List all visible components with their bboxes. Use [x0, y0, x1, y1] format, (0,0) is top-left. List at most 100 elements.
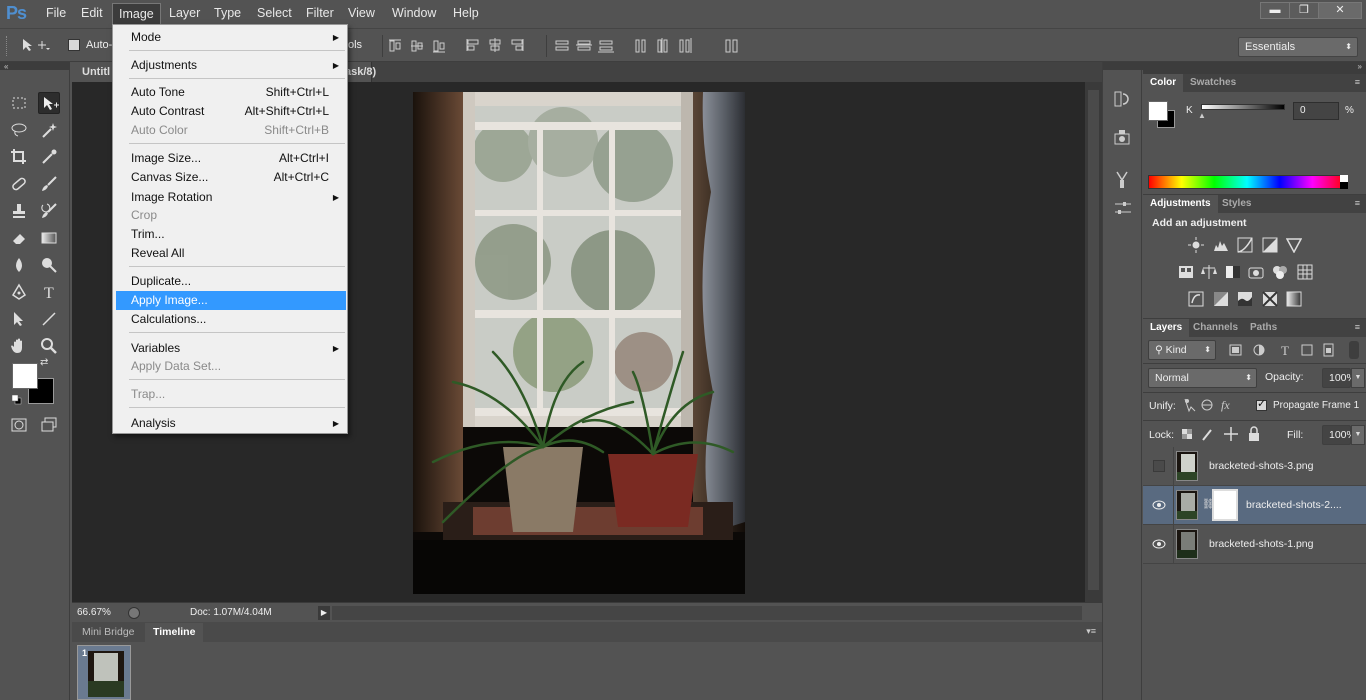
color-balance-icon[interactable] [1201, 264, 1217, 280]
menu-item-image-rotation[interactable]: Image Rotation ▶ [113, 188, 347, 207]
channel-mixer-icon[interactable] [1272, 264, 1288, 280]
menu-item-analysis[interactable]: Analysis ▶ [113, 414, 347, 433]
menu-item-auto-contrast[interactable]: Auto Contrast Alt+Shift+Ctrl+L [113, 102, 347, 121]
move-tool-preset-icon[interactable] [20, 37, 50, 53]
gradient-tool-icon[interactable] [38, 227, 60, 249]
levels-icon[interactable] [1213, 237, 1229, 253]
tab-mini-bridge[interactable]: Mini Bridge [74, 623, 143, 642]
menu-item-variables[interactable]: Variables ▶ [113, 339, 347, 358]
actions-panel-icon[interactable] [1113, 128, 1133, 146]
expand-icon[interactable]: » [1358, 62, 1362, 71]
panel-menu-icon[interactable]: ≡ [1355, 198, 1360, 208]
collapse-icon[interactable]: « [4, 62, 8, 71]
default-colors-icon[interactable] [12, 395, 22, 405]
photo-filter-icon[interactable] [1248, 264, 1264, 280]
tab-layers[interactable]: Layers [1143, 319, 1190, 337]
threshold-icon[interactable] [1237, 291, 1253, 307]
opacity-dropdown-icon[interactable]: ▼ [1351, 368, 1365, 388]
fill-dropdown-icon[interactable]: ▼ [1351, 425, 1365, 445]
menu-item-calculations[interactable]: Calculations... [113, 310, 347, 329]
color-foreground-swatch[interactable] [1148, 101, 1168, 121]
workspace-select[interactable]: Essentials ⬍ [1238, 37, 1358, 57]
layer-row[interactable]: bracketed-shots-1.png [1143, 525, 1366, 564]
hand-tool-icon[interactable] [8, 335, 30, 357]
restore-button[interactable]: ❐ [1289, 2, 1319, 19]
menu-item-auto-tone[interactable]: Auto Tone Shift+Ctrl+L [113, 83, 347, 102]
tab-adjustments[interactable]: Adjustments [1143, 195, 1218, 213]
panel-menu-icon[interactable]: ≡ [1355, 322, 1360, 332]
foreground-color-swatch[interactable] [12, 363, 38, 389]
lock-icons[interactable] [1181, 426, 1269, 442]
filter-kind-select[interactable]: ⚲ Kind ⬍ [1148, 340, 1216, 360]
exposure-icon[interactable] [1262, 237, 1278, 253]
layer-row-selected[interactable]: ⛓ bracketed-shots-2.... [1143, 486, 1366, 525]
selective-color-icon[interactable] [1262, 291, 1278, 307]
menu-type[interactable]: Type [208, 3, 247, 24]
healing-brush-tool-icon[interactable] [8, 173, 30, 195]
visibility-toggle-off[interactable] [1153, 460, 1165, 472]
menu-layer[interactable]: Layer [163, 3, 206, 24]
vertical-scrollbar[interactable] [1085, 82, 1102, 602]
zoom-level[interactable]: 66.67% [77, 603, 111, 623]
curves-icon[interactable] [1237, 237, 1253, 253]
line-tool-icon[interactable] [38, 308, 60, 330]
menu-item-image-size[interactable]: Image Size... Alt+Ctrl+I [113, 149, 347, 168]
horizontal-scrollbar[interactable] [332, 606, 1082, 620]
menu-image[interactable]: Image [112, 3, 161, 24]
eye-icon[interactable] [1151, 537, 1167, 551]
layer-name[interactable]: bracketed-shots-3.png [1209, 447, 1313, 486]
auto-select-checkbox[interactable] [68, 39, 80, 51]
menu-help[interactable]: Help [447, 3, 485, 24]
type-tool-icon[interactable]: T [38, 281, 60, 303]
dodge-tool-icon[interactable] [38, 254, 60, 276]
history-brush-tool-icon[interactable] [38, 200, 60, 222]
lasso-tool-icon[interactable] [8, 119, 30, 141]
eyedropper-tool-icon[interactable] [38, 146, 60, 168]
eye-icon[interactable] [1151, 498, 1167, 512]
vibrance-icon[interactable] [1286, 237, 1302, 253]
blur-tool-icon[interactable] [8, 254, 30, 276]
menu-filter[interactable]: Filter [300, 3, 340, 24]
menu-item-reveal-all[interactable]: Reveal All [113, 244, 347, 263]
menu-item-adjustments[interactable]: Adjustments ▶ [113, 56, 347, 75]
menu-file[interactable]: File [40, 3, 72, 24]
zoom-tool-icon[interactable] [38, 335, 60, 357]
menu-item-duplicate[interactable]: Duplicate... [113, 272, 347, 291]
menu-select[interactable]: Select [251, 3, 298, 24]
quick-mask-icon[interactable] [8, 414, 30, 436]
distribute-icons[interactable] [554, 38, 754, 54]
tab-timeline[interactable]: Timeline [145, 623, 204, 642]
status-menu-arrow-icon[interactable]: ▶ [318, 606, 330, 620]
tab-channels[interactable]: Channels [1186, 319, 1245, 337]
layer-row[interactable]: bracketed-shots-3.png [1143, 447, 1366, 486]
tool-presets-icon[interactable] [1113, 170, 1133, 190]
fill-input[interactable]: 100% [1322, 425, 1356, 445]
tab-swatches[interactable]: Swatches [1183, 74, 1243, 92]
panel-menu-icon[interactable]: ≡ [1355, 77, 1360, 87]
menu-item-apply-image[interactable]: Apply Image... [116, 291, 346, 310]
screen-mode-icon[interactable] [38, 414, 60, 436]
minimize-button[interactable]: ▬ [1260, 2, 1290, 19]
eraser-tool-icon[interactable] [8, 227, 30, 249]
unify-icons[interactable]: fx [1181, 397, 1245, 413]
gradient-map-icon[interactable] [1286, 291, 1302, 307]
tab-styles[interactable]: Styles [1215, 195, 1258, 213]
layer-name[interactable]: bracketed-shots-2.... [1246, 486, 1342, 525]
brush-tool-icon[interactable] [38, 173, 60, 195]
color-lookup-icon[interactable] [1297, 264, 1313, 280]
black-white-icon[interactable] [1225, 264, 1241, 280]
status-info-icon[interactable] [128, 607, 140, 619]
pen-tool-icon[interactable] [8, 281, 30, 303]
tab-paths[interactable]: Paths [1243, 319, 1284, 337]
panel-menu-icon[interactable]: ▾≡ [1086, 626, 1096, 637]
crop-tool-icon[interactable] [8, 146, 30, 168]
menu-edit[interactable]: Edit [75, 3, 109, 24]
layer-filter-icons[interactable]: T [1229, 343, 1337, 357]
k-slider[interactable] [1201, 104, 1285, 110]
filter-toggle[interactable] [1349, 341, 1359, 359]
menu-item-canvas-size[interactable]: Canvas Size... Alt+Ctrl+C [113, 168, 347, 187]
marquee-tool-icon[interactable] [8, 92, 30, 114]
swap-colors-icon[interactable]: ⇄ [40, 357, 48, 368]
posterize-icon[interactable] [1213, 291, 1229, 307]
hue-saturation-icon[interactable] [1178, 264, 1194, 280]
